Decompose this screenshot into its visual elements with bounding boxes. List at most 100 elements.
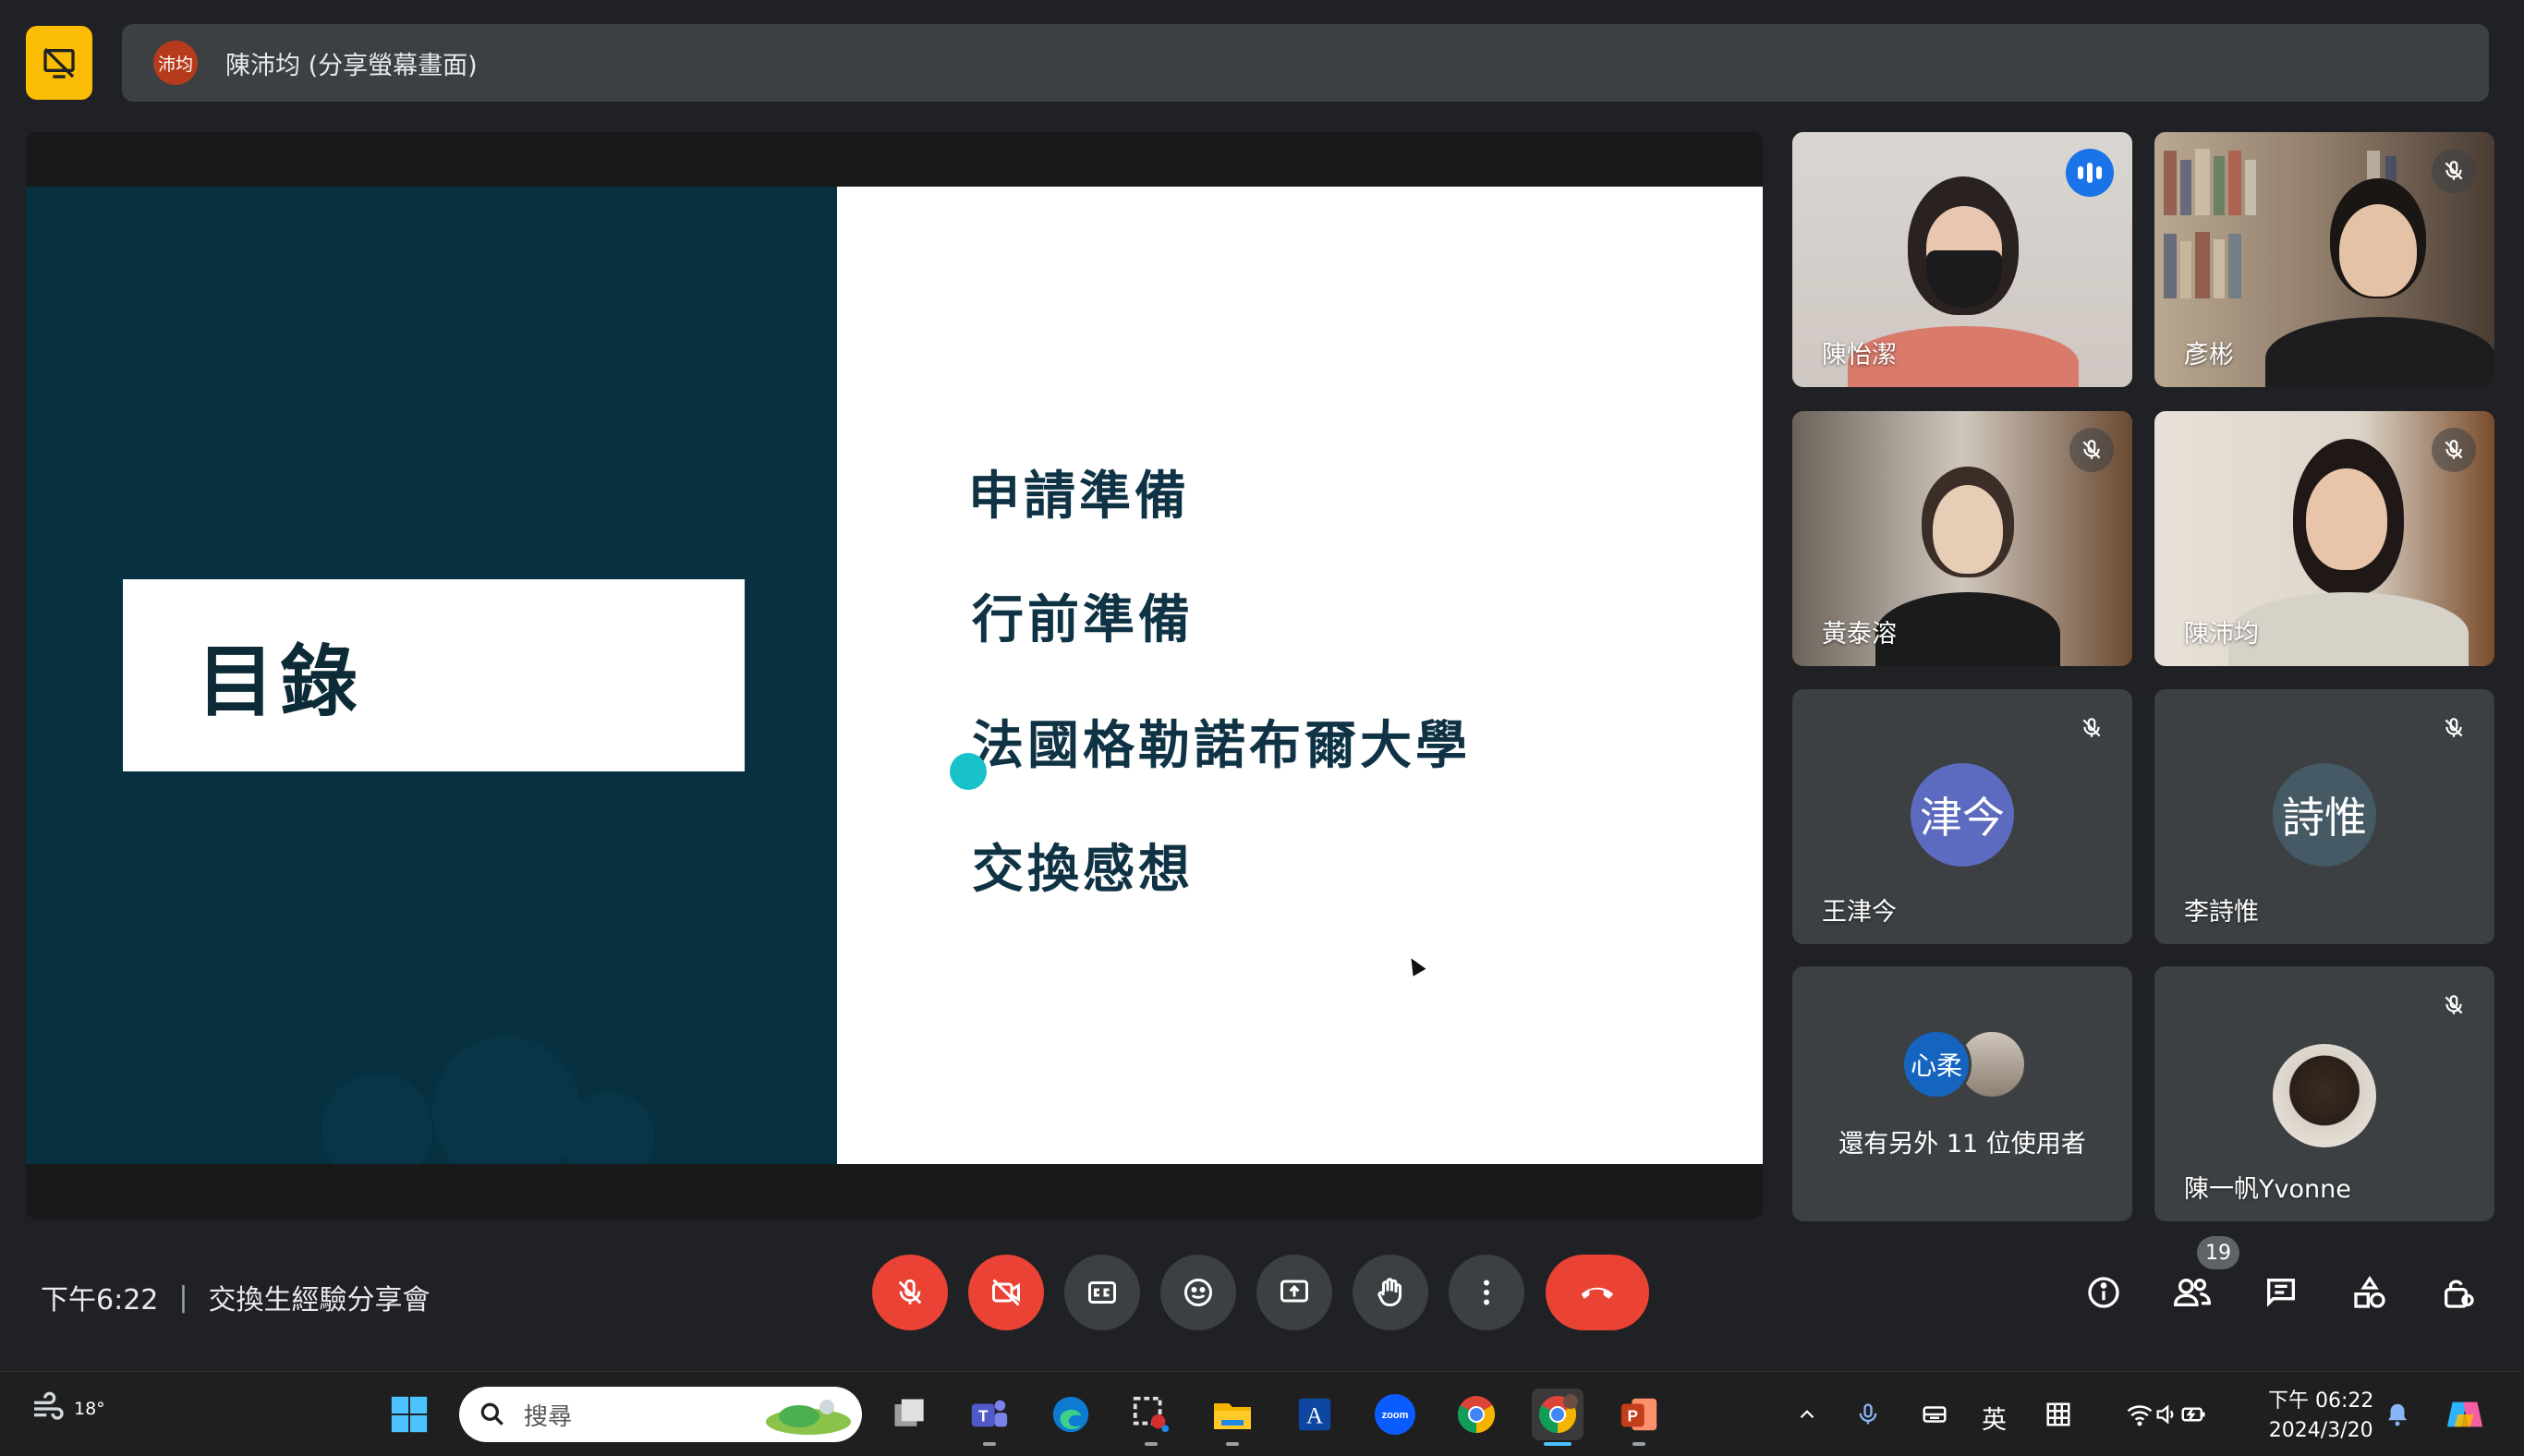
slide-title: 目錄 bbox=[197, 636, 364, 727]
battery-charging-icon bbox=[2181, 1407, 2205, 1422]
end-call-icon bbox=[1581, 1287, 1614, 1299]
agenda-item: 行前準備 bbox=[972, 590, 1194, 650]
copilot-button[interactable] bbox=[2439, 1389, 2491, 1440]
participant-tile[interactable]: 陳怡潔 bbox=[1792, 132, 2132, 387]
agenda-item: 申請準備 bbox=[968, 467, 1190, 527]
show-hidden-icons-button[interactable] bbox=[1789, 1389, 1826, 1440]
leave-call-button[interactable] bbox=[1546, 1255, 1649, 1330]
weather-widget[interactable]: 18° bbox=[28, 1390, 105, 1427]
wifi-icon bbox=[2127, 1405, 2153, 1426]
people-icon bbox=[2173, 1279, 2212, 1306]
host-controls-icon bbox=[2445, 1280, 2474, 1308]
windows-taskbar: 18° 搜尋 T A zoom P 英 下午 06:22 2024/3/20 bbox=[0, 1371, 2524, 1456]
copilot-icon bbox=[2446, 1401, 2483, 1427]
participant-tile[interactable]: 詩惟 李詩惟 bbox=[2154, 689, 2494, 944]
chrome-icon bbox=[1538, 1394, 1578, 1434]
participant-tile[interactable]: 津今 王津今 bbox=[1792, 689, 2132, 944]
mic-toggle-button[interactable] bbox=[872, 1255, 948, 1330]
host-controls-button[interactable] bbox=[2428, 1262, 2489, 1323]
powerpoint-taskbar-button[interactable]: P bbox=[1613, 1389, 1665, 1446]
participant-video-face bbox=[2339, 204, 2417, 297]
participant-name: 陳一帆Yvonne bbox=[2184, 1175, 2351, 1204]
app-running-indicator bbox=[1145, 1442, 1158, 1446]
search-placeholder: 搜尋 bbox=[524, 1402, 573, 1431]
participant-name: 彥彬 bbox=[2184, 341, 2234, 370]
presentation-stop-icon[interactable] bbox=[26, 26, 92, 100]
ime-options-button[interactable] bbox=[2040, 1389, 2077, 1440]
text-app-taskbar-button[interactable]: A bbox=[1289, 1389, 1341, 1440]
file-explorer-taskbar-button[interactable] bbox=[1207, 1389, 1258, 1446]
participant-name: 陳怡潔 bbox=[1822, 341, 1897, 370]
notifications-button[interactable] bbox=[2379, 1389, 2416, 1440]
other-participants-label: 還有另外 11 位使用者 bbox=[1838, 1130, 2086, 1159]
microphone-tray-button[interactable] bbox=[1850, 1389, 1887, 1440]
slide-right-panel: 申請準備 行前準備 法國格勒諾布爾大學 交換感想 bbox=[837, 187, 1763, 1164]
more-options-button[interactable] bbox=[1449, 1255, 1524, 1330]
raise-hand-button[interactable] bbox=[1353, 1255, 1428, 1330]
svg-text:zoom: zoom bbox=[1382, 1410, 1409, 1421]
chat-button[interactable] bbox=[2251, 1262, 2312, 1323]
reactions-button[interactable] bbox=[1160, 1255, 1236, 1330]
activities-icon bbox=[2354, 1275, 2385, 1308]
laser-pointer bbox=[950, 753, 987, 790]
network-volume-battery-button[interactable] bbox=[2116, 1389, 2217, 1440]
activities-button[interactable] bbox=[2339, 1262, 2400, 1323]
clock-time: 下午 06:22 bbox=[2268, 1389, 2374, 1413]
presenter-share-label: 陳沛均 (分享螢幕畫面) bbox=[225, 51, 478, 80]
chevron-up-icon bbox=[1800, 1410, 1814, 1419]
avatar: 津今 bbox=[1911, 763, 2014, 867]
zoom-icon: zoom bbox=[1375, 1394, 1415, 1435]
participant-tile[interactable]: 黃泰溶 bbox=[1792, 411, 2132, 666]
chrome-taskbar-button[interactable] bbox=[1450, 1389, 1502, 1440]
search-highlight-icon bbox=[766, 1400, 851, 1435]
meeting-details-button[interactable] bbox=[2073, 1262, 2134, 1323]
taskbar-clock[interactable]: 下午 06:22 2024/3/20 bbox=[2268, 1387, 2373, 1446]
task-view-icon bbox=[894, 1399, 924, 1426]
mic-off-icon bbox=[2069, 428, 2114, 472]
meeting-title: 交換生經驗分享會 bbox=[208, 1284, 431, 1316]
participant-tile[interactable]: 陳沛均 bbox=[2154, 411, 2494, 666]
teams-taskbar-button[interactable]: T bbox=[964, 1389, 1015, 1446]
emoji-icon bbox=[1184, 1279, 1212, 1306]
participant-name: 王津今 bbox=[1822, 898, 1897, 927]
wind-icon bbox=[34, 1391, 64, 1420]
snipping-tool-icon bbox=[1133, 1396, 1170, 1433]
captions-button[interactable] bbox=[1064, 1255, 1140, 1330]
captions-icon bbox=[1088, 1281, 1116, 1304]
chrome-profile-taskbar-button[interactable] bbox=[1532, 1389, 1584, 1446]
people-button[interactable] bbox=[2162, 1262, 2223, 1323]
app-active-indicator bbox=[1544, 1442, 1571, 1446]
powerpoint-icon: P bbox=[1620, 1398, 1657, 1431]
weather-temperature: 18° bbox=[74, 1399, 105, 1419]
touch-keyboard-button[interactable] bbox=[1916, 1389, 1953, 1440]
avatar bbox=[2273, 1044, 2376, 1147]
folder-icon bbox=[1214, 1403, 1251, 1429]
zoom-taskbar-button[interactable]: zoom bbox=[1369, 1389, 1421, 1440]
chat-icon bbox=[2267, 1279, 2295, 1307]
slide-decoration bbox=[322, 1037, 654, 1164]
mic-off-icon bbox=[2432, 706, 2476, 750]
participant-video-face bbox=[2306, 468, 2387, 570]
participant-video-face bbox=[1933, 485, 2003, 574]
other-participants-tile[interactable]: 心柔 還有另外 11 位使用者 bbox=[1792, 966, 2132, 1221]
task-view-button[interactable] bbox=[884, 1389, 936, 1440]
svg-text:A: A bbox=[1306, 1404, 1323, 1429]
participant-tile[interactable]: 彥彬 bbox=[2154, 132, 2494, 387]
camera-toggle-button[interactable] bbox=[968, 1255, 1044, 1330]
edge-taskbar-button[interactable] bbox=[1045, 1389, 1097, 1440]
svg-text:T: T bbox=[978, 1407, 989, 1426]
present-now-button[interactable] bbox=[1256, 1255, 1332, 1330]
participant-video-body bbox=[2228, 592, 2469, 666]
participant-name: 陳沛均 bbox=[2184, 620, 2259, 649]
slide-left-panel: 目錄 bbox=[26, 187, 837, 1164]
search-icon bbox=[480, 1402, 504, 1426]
participant-tile[interactable]: 陳一帆Yvonne bbox=[2154, 966, 2494, 1221]
input-method-indicator[interactable]: 英 bbox=[1982, 1400, 2007, 1436]
taskbar-search-input[interactable]: 搜尋 bbox=[459, 1387, 862, 1442]
meeting-details: 下午6:22 | 交換生經驗分享會 bbox=[41, 1277, 430, 1317]
app-running-indicator bbox=[1226, 1442, 1239, 1446]
bell-icon bbox=[2388, 1403, 2407, 1426]
teams-icon: T bbox=[971, 1400, 1008, 1427]
snipping-tool-taskbar-button[interactable] bbox=[1125, 1389, 1177, 1446]
start-button[interactable] bbox=[383, 1389, 435, 1440]
